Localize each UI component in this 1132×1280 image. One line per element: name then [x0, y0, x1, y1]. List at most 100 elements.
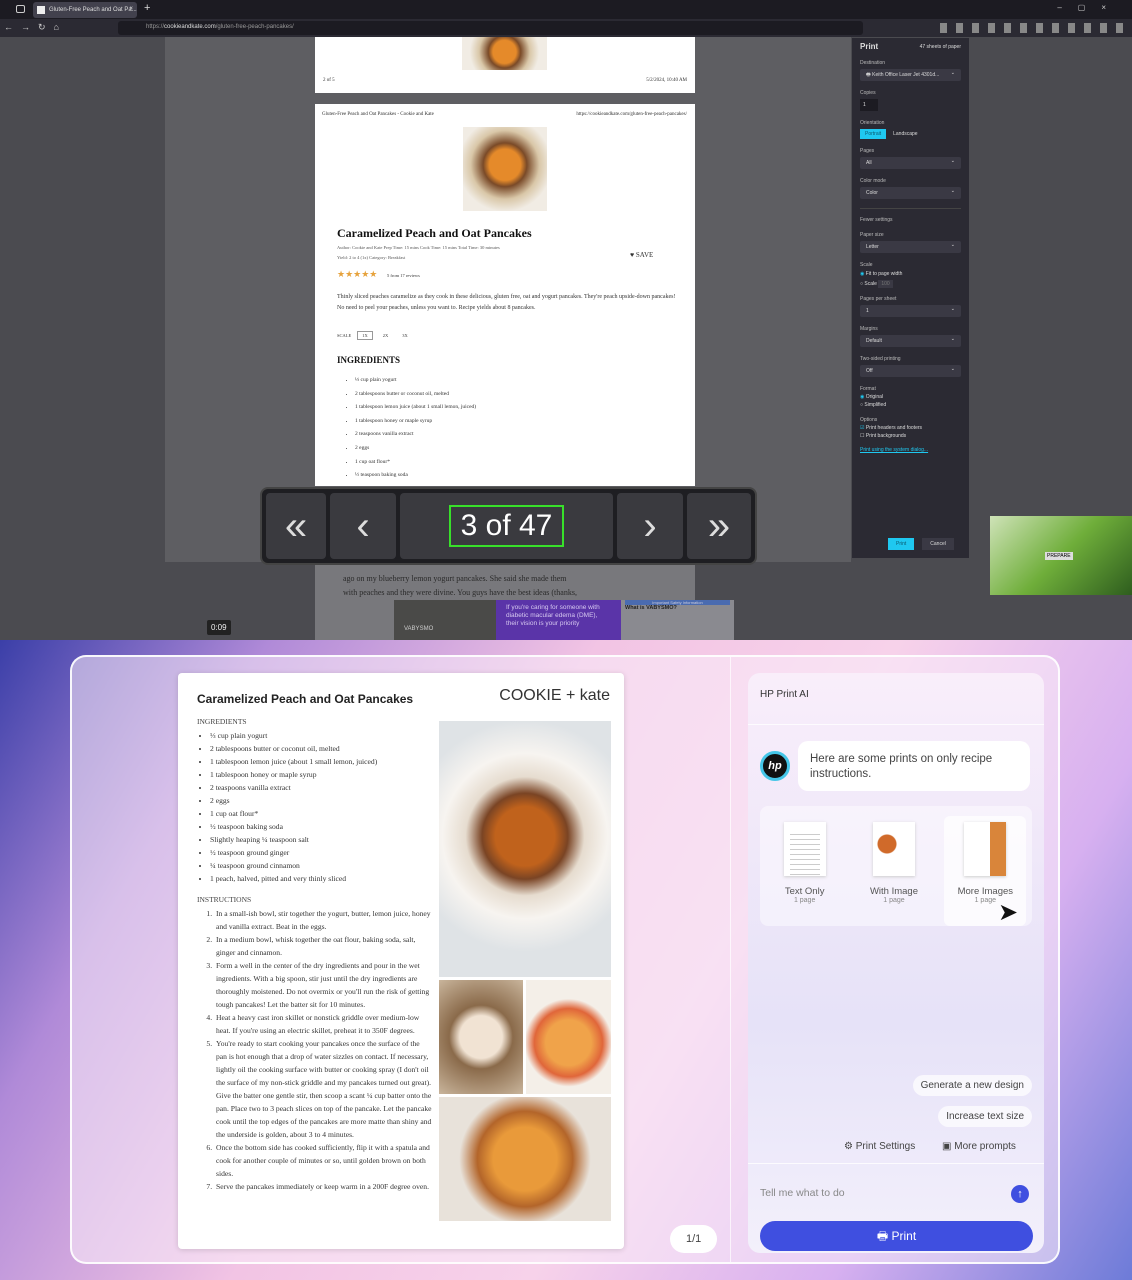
url-bar[interactable]: https://cookieandkate.com/gluten-free-pe… [118, 21, 863, 35]
margins-select[interactable]: Default [860, 335, 961, 347]
thumbnail-more-images [964, 822, 1007, 876]
extension-icons[interactable] [940, 23, 1125, 33]
hp-print-window: Caramelized Peach and Oat Pancakes COOKI… [70, 655, 1060, 1264]
thumbnail-text-only [783, 822, 826, 876]
copies-label: Copies [860, 90, 876, 96]
list-item: You're ready to start cooking your panca… [214, 1037, 432, 1141]
ai-message: Here are some prints on only recipe inst… [798, 741, 1030, 791]
copies-input[interactable]: 1 [860, 99, 878, 111]
scale-2x[interactable]: 2X [379, 332, 393, 339]
list-item: 2 eggs [355, 442, 476, 456]
destination-select[interactable]: 🖶 Keith Office Laser Jet 4301d... [860, 69, 961, 81]
option-with-image[interactable]: With Image 1 page [855, 822, 933, 926]
save-button[interactable]: ♥ SAVE [630, 251, 653, 259]
fewer-settings-toggle[interactable]: Fewer settings [860, 208, 961, 223]
page-header-url: https://cookieandkate.com/gluten-free-pe… [576, 112, 687, 117]
nav-buttons[interactable]: ←→↻⌂ [4, 22, 67, 33]
portrait-button[interactable]: Portrait [860, 129, 887, 139]
tab-bar: Gluten-Free Peach and Oat Pa... × + –▢× [0, 0, 1132, 19]
thumbnail-with-image [872, 822, 915, 876]
list-item: In a medium bowl, whisk together the oat… [214, 933, 432, 959]
more-prompts-button[interactable]: ▣ More prompts [942, 1141, 1016, 1152]
print-button[interactable]: 🖶 Print [760, 1221, 1033, 1251]
tab-overview-icon[interactable] [16, 5, 25, 13]
scale-3x[interactable]: 3X [398, 332, 412, 339]
hp-print-ai-panel: HP Print AI hp Here are some prints on o… [748, 673, 1044, 1253]
video-timestamp: 0:09 [207, 620, 231, 635]
option-pages: 1 page [793, 897, 816, 904]
list-item: Heat a heavy cast iron skillet or nonsti… [214, 1011, 432, 1037]
chip-increase-text[interactable]: Increase text size [938, 1106, 1032, 1127]
save-label: SAVE [635, 251, 654, 259]
more-prompts-label: More prompts [954, 1141, 1016, 1152]
favicon-icon [37, 6, 45, 14]
list-item: Form a well in the center of the dry ing… [214, 959, 432, 1011]
simplified-radio[interactable]: ○ Simplified [860, 402, 961, 408]
prompt-input[interactable]: Tell me what to do [760, 1187, 845, 1199]
destination-label: Destination [860, 60, 886, 66]
paper-size-select[interactable]: Letter [860, 241, 961, 253]
list-item: In a small-ish bowl, stir together the y… [214, 907, 432, 933]
scale-input[interactable]: 100 [878, 280, 893, 288]
print-settings-label: Print Settings [855, 1141, 916, 1152]
ingredients-list: ⅓ cup plain yogurt2 tablespoons butter o… [192, 729, 377, 885]
new-tab-button[interactable]: + [144, 2, 150, 14]
pancake-photo [439, 721, 611, 977]
body-line: ago on my blueberry lemon yogurt pancake… [343, 574, 567, 583]
list-item: 2 teaspoons vanilla extract [355, 428, 476, 442]
send-button[interactable]: ↑ [1011, 1185, 1029, 1203]
two-sided-label: Two-sided printing [860, 356, 901, 362]
backgrounds-label: Print backgrounds [865, 433, 907, 439]
video-thumbnail[interactable]: PREPARE [990, 516, 1132, 595]
scale-selector: SCALE 1X 2X 3X [337, 331, 412, 340]
prompt-icon: ▣ [942, 1141, 952, 1152]
option-pages: 1 page [883, 897, 905, 904]
option-label: More Images [957, 886, 1014, 897]
print-title: Print [860, 42, 879, 51]
page-counter: 3 of 47 [400, 493, 613, 559]
first-page-button[interactable]: « [266, 493, 326, 559]
scale-1x[interactable]: 1X [357, 331, 373, 340]
thumbnail-label: PREPARE [1045, 552, 1073, 560]
tab-active[interactable]: Gluten-Free Peach and Oat Pa... × [33, 2, 137, 18]
prev-page-button[interactable]: ‹ [330, 493, 396, 559]
window-controls[interactable]: –▢× [1057, 3, 1122, 12]
ingredients-heading: INGREDIENTS [197, 717, 247, 726]
ingredients-list: ⅓ cup plain yogurt2 tablespoons butter o… [355, 374, 476, 483]
print-button-label: Print [891, 1229, 917, 1243]
instructions-heading: INSTRUCTIONS [197, 895, 252, 904]
pancake-closeup-photo [439, 1097, 611, 1221]
next-page-button[interactable]: › [617, 493, 683, 559]
last-page-button[interactable]: » [687, 493, 751, 559]
fit-radio[interactable]: ◉ Fit to page width [860, 271, 961, 277]
pages-per-sheet-select[interactable]: 1 [860, 305, 961, 317]
mouse-cursor-icon: ➤ [998, 899, 1019, 926]
ad-banner[interactable]: VABYSMO If you're caring for someone wit… [394, 600, 734, 640]
chip-generate-design[interactable]: Generate a new design [912, 1075, 1032, 1096]
original-radio[interactable]: ◉ Original [860, 394, 961, 400]
two-sided-select[interactable]: Off [860, 365, 961, 377]
list-item: 1 tablespoon honey or maple syrup [355, 415, 476, 429]
list-item: 1 tablespoon lemon juice (about 1 small … [355, 401, 476, 415]
landscape-button[interactable]: Landscape [890, 129, 920, 139]
close-tab-icon[interactable]: × [129, 6, 133, 12]
backgrounds-checkbox[interactable]: ☐ Print backgrounds [860, 433, 961, 439]
print-settings-button[interactable]: ⚙ Print Settings [844, 1141, 915, 1152]
print-button[interactable]: Print [888, 538, 915, 550]
color-mode-select[interactable]: Color [860, 187, 961, 199]
pancake-image [462, 37, 547, 70]
system-dialog-link[interactable]: Print using the system dialog... [860, 447, 961, 453]
list-item: 1 tablespoon honey or maple syrup [210, 768, 377, 781]
pages-select[interactable]: All [860, 157, 961, 169]
scale-radio[interactable]: ○ Scale 100 [860, 280, 961, 288]
cancel-button[interactable]: Cancel [922, 538, 954, 550]
option-text-only[interactable]: Text Only 1 page [766, 822, 844, 926]
headers-checkbox[interactable]: ☑ Print headers and footers [860, 425, 961, 431]
list-item: 2 teaspoons vanilla extract [210, 781, 377, 794]
list-item: 2 tablespoons butter or coconut oil, mel… [210, 742, 377, 755]
sheet-count: 47 sheets of paper [919, 43, 961, 50]
simplified-label: Simplified [864, 402, 887, 408]
url-scheme: https:// [146, 24, 165, 30]
list-item: 1 peach, halved, pitted and very thinly … [210, 872, 377, 885]
list-item: 1 tablespoon lemon juice (about 1 small … [210, 755, 377, 768]
